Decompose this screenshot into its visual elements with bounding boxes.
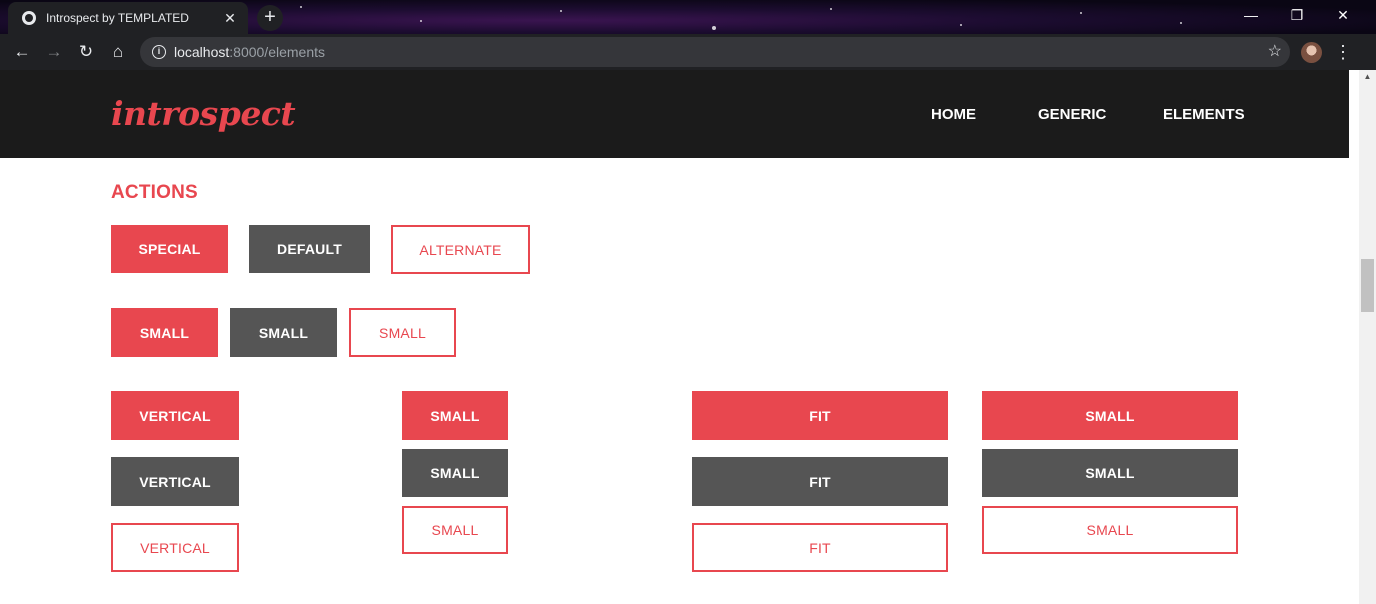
browser-tab[interactable]: Introspect by TEMPLATED ✕ [8, 2, 248, 34]
vertical-alternate-button[interactable]: VERTICAL [111, 523, 239, 572]
default-button[interactable]: DEFAULT [249, 225, 370, 273]
site-header: introspect HOME GENERIC ELEMENTS [0, 70, 1349, 158]
background-star [300, 6, 302, 8]
scrollbar-thumb[interactable] [1361, 259, 1374, 312]
site-logo[interactable]: introspect [111, 94, 296, 133]
fit-small-special-button[interactable]: SMALL [982, 391, 1238, 440]
fit-special-button[interactable]: FIT [692, 391, 948, 440]
page-scrollbar[interactable]: ▲ [1359, 70, 1376, 604]
info-icon[interactable]: i [152, 45, 166, 59]
alternate-button[interactable]: ALTERNATE [391, 225, 530, 274]
background-star [1080, 12, 1082, 14]
small-special-button[interactable]: SMALL [111, 308, 218, 357]
special-button[interactable]: SPECIAL [111, 225, 228, 273]
background-star [712, 26, 716, 30]
url-path: :8000/elements [229, 44, 325, 60]
small-default-button[interactable]: SMALL [230, 308, 337, 357]
nav-elements[interactable]: ELEMENTS [1163, 106, 1245, 123]
background-star [960, 24, 962, 26]
background-star [560, 10, 562, 12]
bookmark-star-icon[interactable]: ☆ [1268, 41, 1282, 61]
background-star [420, 20, 422, 22]
background-star [1180, 22, 1182, 24]
browser-titlebar: Introspect by TEMPLATED ✕ + — ❐ ✕ [0, 0, 1376, 34]
fit-small-default-button[interactable]: SMALL [982, 449, 1238, 497]
fit-default-button[interactable]: FIT [692, 457, 948, 506]
background-star [830, 8, 832, 10]
back-arrow-icon[interactable]: ← [8, 38, 36, 66]
scroll-up-arrow-icon[interactable]: ▲ [1359, 72, 1376, 81]
menu-kebab-icon[interactable]: ⋮ [1334, 40, 1352, 64]
close-tab-icon[interactable]: ✕ [222, 10, 238, 27]
fit-small-alternate-button[interactable]: SMALL [982, 506, 1238, 554]
nav-home[interactable]: HOME [931, 106, 976, 123]
close-window-button[interactable]: ✕ [1320, 0, 1366, 30]
small-alternate-button[interactable]: SMALL [349, 308, 456, 357]
vertical-small-alternate-button[interactable]: SMALL [402, 506, 508, 554]
fit-alternate-button[interactable]: FIT [692, 523, 948, 572]
minimize-button[interactable]: — [1228, 0, 1274, 30]
vertical-small-special-button[interactable]: SMALL [402, 391, 508, 440]
address-bar[interactable]: i localhost:8000/elements ☆ [140, 37, 1290, 67]
section-title: ACTIONS [111, 182, 198, 203]
vertical-special-button[interactable]: VERTICAL [111, 391, 239, 440]
url-host: localhost [174, 44, 230, 60]
restore-button[interactable]: ❐ [1274, 0, 1320, 30]
reload-icon[interactable]: ↻ [72, 38, 100, 66]
profile-avatar[interactable] [1301, 42, 1322, 63]
new-tab-button[interactable]: + [257, 5, 283, 31]
page-viewport: introspect HOME GENERIC ELEMENTS ACTIONS… [0, 70, 1376, 604]
nav-generic[interactable]: GENERIC [1038, 106, 1106, 123]
globe-icon [22, 11, 36, 25]
forward-arrow-icon[interactable]: → [40, 38, 68, 66]
vertical-small-default-button[interactable]: SMALL [402, 449, 508, 497]
vertical-default-button[interactable]: VERTICAL [111, 457, 239, 506]
browser-toolbar: ← → ↻ ⌂ i localhost:8000/elements ☆ ⋮ [0, 34, 1376, 70]
tab-title: Introspect by TEMPLATED [46, 11, 189, 25]
home-icon[interactable]: ⌂ [104, 38, 132, 66]
